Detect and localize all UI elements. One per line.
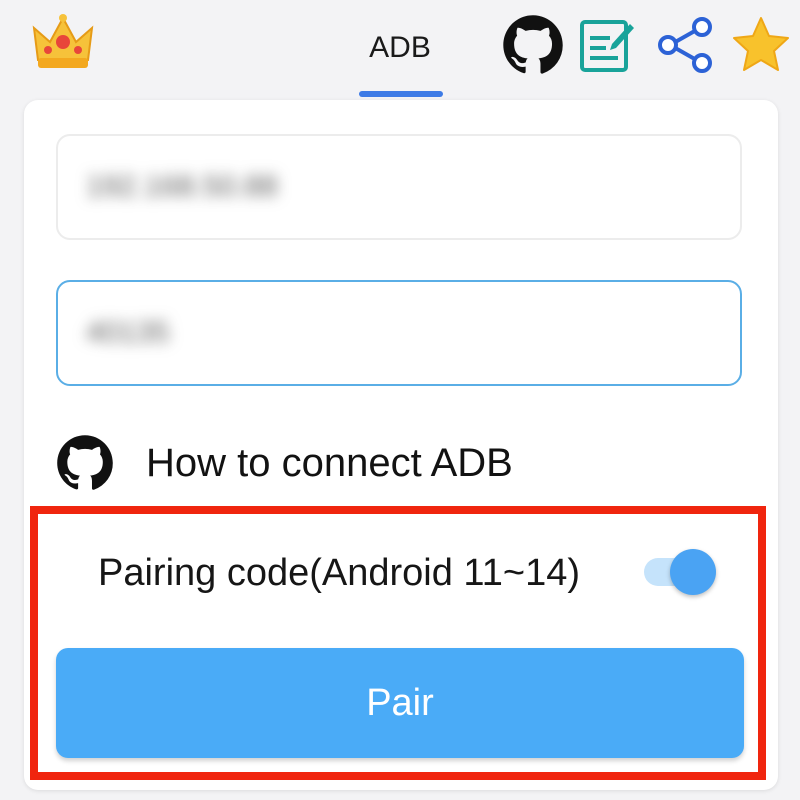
port-value: 40135 bbox=[86, 316, 170, 349]
share-icon[interactable] bbox=[654, 14, 716, 76]
port-field[interactable]: 40135 bbox=[56, 280, 742, 386]
how-to-connect-label: How to connect ADB bbox=[146, 440, 513, 485]
toggle-thumb bbox=[670, 549, 716, 595]
tab-adb[interactable]: ADB bbox=[355, 22, 445, 74]
pairing-code-label: Pairing code(Android 11~14) bbox=[98, 552, 580, 594]
pair-button[interactable]: Pair bbox=[56, 648, 744, 758]
tab-active-indicator bbox=[359, 91, 443, 97]
github-icon bbox=[56, 434, 114, 492]
star-icon[interactable] bbox=[730, 14, 792, 76]
note-edit-icon[interactable] bbox=[576, 14, 638, 76]
crown-icon[interactable] bbox=[32, 12, 94, 72]
pairing-code-toggle[interactable] bbox=[642, 544, 720, 600]
how-to-connect-link[interactable]: How to connect ADB bbox=[56, 428, 676, 498]
top-bar: ADB bbox=[0, 0, 800, 100]
ip-address-field[interactable]: 192.168.50.88 bbox=[56, 134, 742, 240]
github-icon[interactable] bbox=[502, 14, 564, 76]
ip-address-value: 192.168.50.88 bbox=[86, 170, 278, 203]
